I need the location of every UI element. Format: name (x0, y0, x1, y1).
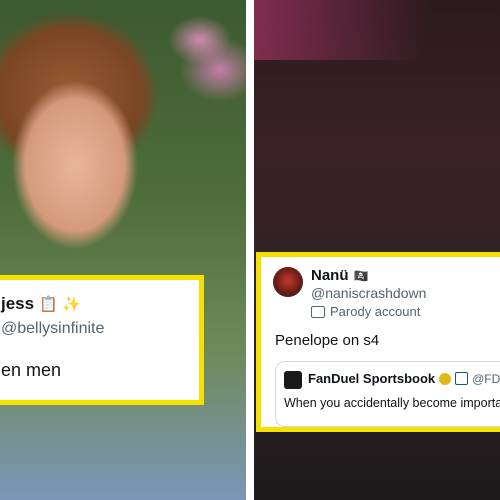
tweet-text: Penelope on s4 (275, 332, 380, 349)
left-tweet-card: jess 📋 ✨ @bellysinfinite en men (0, 275, 204, 405)
quoted-avatar (284, 371, 302, 389)
author-emoji: 🏴‍☠️ (353, 268, 369, 283)
quoted-text: When you accidentally become importa (284, 396, 500, 410)
verified-badge-icon (439, 372, 452, 385)
affiliate-badge-icon (455, 372, 469, 385)
tweet-text: en men (1, 360, 62, 380)
tweet-author-handle: @bellysinfinite (1, 320, 105, 337)
author-emoji: 📋 ✨ (39, 296, 81, 313)
tweet-author-name: Nanü (311, 267, 349, 284)
quoted-tweet: FanDuel Sportsbook @FDSp When you accide… (275, 361, 500, 427)
tweet-author-name: jess (1, 294, 35, 313)
avatar (273, 267, 303, 297)
tweet-author-handle: @naniscrashdown (311, 285, 427, 301)
parody-mask-icon (311, 305, 325, 318)
quoted-author-handle: @FDSp (472, 371, 500, 386)
right-tweet-card: Nanü 🏴‍☠️ @naniscrashdown Parody account… (256, 252, 500, 432)
left-photo-panel (0, 0, 246, 500)
parody-account-label: Parody account (330, 304, 421, 319)
panel-divider (246, 0, 254, 500)
quoted-author-name: FanDuel Sportsbook (308, 371, 436, 386)
